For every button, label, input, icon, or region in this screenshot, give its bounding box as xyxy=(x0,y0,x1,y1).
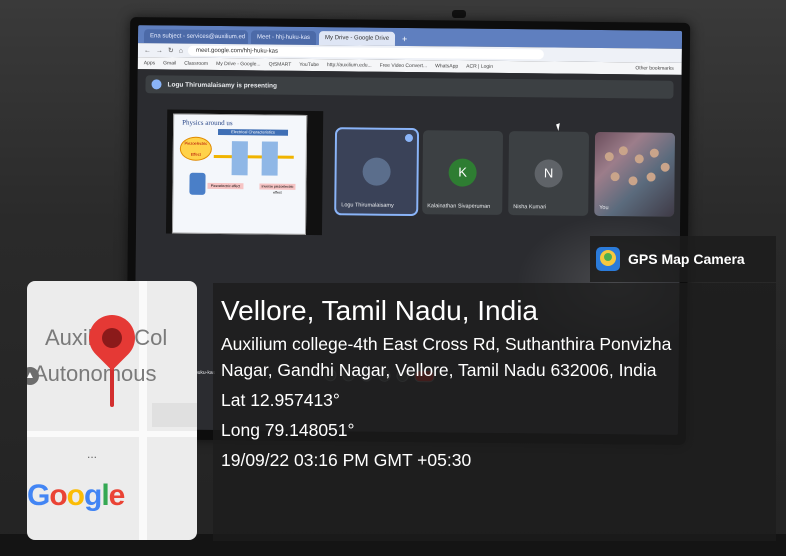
slide-diagram-box xyxy=(261,141,278,176)
home-icon[interactable]: ⌂ xyxy=(179,47,183,54)
tab-label: My Drive - Google Drive xyxy=(325,35,390,42)
slide-diagram-box xyxy=(231,141,248,176)
participant-name: Logu Thirumalaisamy xyxy=(341,202,394,209)
participant-tile[interactable]: K Kalainathan Sivaperuman xyxy=(422,130,504,215)
datetime: 19/09/22 03:16 PM GMT +05:30 xyxy=(221,450,472,470)
map-road xyxy=(139,281,147,540)
other-bookmarks[interactable]: Other bookmarks xyxy=(635,65,673,71)
participant-tile[interactable]: Logu Thirumalaisamy xyxy=(334,127,420,217)
bookmark-item[interactable]: ACR | Login xyxy=(466,64,493,70)
participant-tile-self[interactable]: You xyxy=(594,131,676,217)
map-road xyxy=(27,431,197,437)
slide-arrow xyxy=(213,154,294,159)
tab-label: Meet - hhj-huku-kas xyxy=(256,34,311,41)
slide-label: Inverse piezoelectric effect xyxy=(259,183,296,195)
participant-tile[interactable]: N Nisha Kumari xyxy=(508,131,590,216)
slide-title: Physics around us xyxy=(182,118,233,128)
tab-meet[interactable]: Meet - hhj-huku-kas xyxy=(250,30,317,46)
bookmark-item[interactable]: YouTube xyxy=(299,62,319,68)
participant-name: Kalainathan Sivaperuman xyxy=(427,203,491,210)
presentation-slide: Physics around us Electrical Characteris… xyxy=(171,113,308,235)
bookmark-item[interactable]: WhatsApp xyxy=(435,63,458,69)
gps-camera-badge: GPS Map Camera xyxy=(590,236,776,282)
bookmark-item[interactable]: Apps xyxy=(144,60,155,66)
presenting-banner: Logu Thirumalaisamy is presenting xyxy=(145,75,674,99)
map-more-dots: ... xyxy=(87,447,98,461)
map-thumbnail: Auxilium Col Autonomous ▲ ... Google xyxy=(27,281,197,540)
presenting-text: Logu Thirumalaisamy is presenting xyxy=(167,80,278,90)
latitude: Lat 12.957413° xyxy=(221,390,340,410)
address-line: Auxilium college-4th East Cross Rd, Suth… xyxy=(221,334,672,354)
gps-camera-label: GPS Map Camera xyxy=(628,251,745,267)
bookmark-item[interactable]: http://auxilium.edu... xyxy=(327,62,372,68)
webcam xyxy=(452,10,466,18)
participant-tiles: Logu Thirumalaisamy K Kalainathan Sivape… xyxy=(334,127,676,217)
speaking-icon xyxy=(404,133,414,143)
new-tab-button[interactable]: + xyxy=(398,32,411,46)
slide-cylinder xyxy=(189,172,206,195)
longitude: Long 79.148051° xyxy=(221,420,355,440)
slide-header: Electrical Characteristics xyxy=(217,129,289,136)
bookmark-item[interactable]: Free Video Convert... xyxy=(380,63,427,69)
avatar xyxy=(362,157,391,186)
slide-label: Piezoelectric effect xyxy=(207,182,244,190)
tab-label: Ena subject - services@auxilium.ed xyxy=(149,33,246,41)
shared-screen[interactable]: Physics around us Electrical Characteris… xyxy=(165,109,324,236)
bookmark-item[interactable]: Gmail xyxy=(163,60,176,66)
participant-name: Nisha Kumari xyxy=(513,204,547,211)
reload-icon[interactable]: ↻ xyxy=(168,46,174,54)
participant-name: You xyxy=(599,205,609,212)
slide-burst: Piezoelectric Effect xyxy=(179,136,212,161)
location-info-panel: Vellore, Tamil Nadu, India Auxilium coll… xyxy=(213,283,776,541)
avatar: N xyxy=(534,159,563,188)
gps-camera-app-icon xyxy=(596,247,620,271)
map-building xyxy=(152,403,197,427)
bookmark-item[interactable]: Classroom xyxy=(184,61,208,67)
location-title: Vellore, Tamil Nadu, India xyxy=(221,295,538,326)
self-video xyxy=(594,131,676,217)
tab-drive[interactable]: My Drive - Google Drive xyxy=(318,31,396,46)
bookmark-item[interactable]: QtSMART xyxy=(269,62,292,68)
mouse-cursor-icon xyxy=(556,123,563,132)
tab-email[interactable]: Ena subject - services@auxilium.ed xyxy=(143,29,249,45)
map-place-label: Autonomous xyxy=(33,361,157,386)
presenter-avatar xyxy=(151,79,162,90)
google-logo: Google xyxy=(27,479,125,512)
address-line: Nagar, Gandhi Nagar, Vellore, Tamil Nadu… xyxy=(221,360,657,380)
back-icon[interactable]: ← xyxy=(144,47,151,54)
forward-icon[interactable]: → xyxy=(156,47,163,54)
avatar: K xyxy=(448,158,477,187)
bookmark-item[interactable]: My Drive - Google... xyxy=(216,61,261,67)
